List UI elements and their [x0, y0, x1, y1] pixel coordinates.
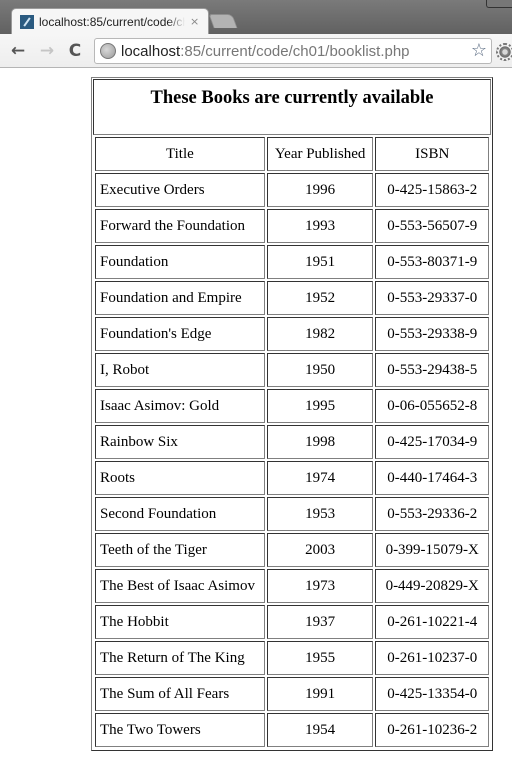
book-isbn: 0-425-17034-9	[375, 425, 489, 459]
new-tab-button[interactable]	[208, 14, 238, 28]
book-title: Executive Orders	[95, 173, 265, 207]
book-title: Foundation	[95, 245, 265, 279]
book-isbn: 0-425-15863-2	[375, 173, 489, 207]
book-isbn: 0-449-20829-X	[375, 569, 489, 603]
book-isbn: 0-553-29336-2	[375, 497, 489, 531]
table-row: The Sum of All Fears 1991 0-425-13354-0	[95, 677, 489, 711]
book-isbn: 0-261-10221-4	[375, 605, 489, 639]
book-title: Rainbow Six	[95, 425, 265, 459]
page-title: These Books are currently available	[150, 88, 434, 108]
books-table: Title Year Published ISBN Executive Orde…	[93, 135, 491, 749]
table-row: Isaac Asimov: Gold 1995 0-06-055652-8	[95, 389, 489, 423]
browser-tab[interactable]: localhost:85/current/code/ch01/booklist.…	[11, 8, 209, 34]
settings-gear-icon[interactable]	[496, 43, 512, 61]
book-title: I, Robot	[95, 353, 265, 387]
book-year: 1951	[266, 245, 374, 279]
table-row: Foundation's Edge 1982 0-553-29338-9	[95, 317, 489, 351]
book-isbn: 0-553-29338-9	[375, 317, 489, 351]
book-year: 1955	[266, 641, 374, 675]
book-year: 1991	[266, 677, 374, 711]
book-title: The Best of Isaac Asimov	[95, 569, 265, 603]
book-year: 1995	[266, 389, 374, 423]
book-table: These Books are currently available Titl…	[91, 77, 493, 751]
book-year: 1937	[266, 605, 374, 639]
book-year: 2003	[266, 533, 374, 567]
book-title: Foundation and Empire	[95, 281, 265, 315]
book-isbn: 0-440-17464-3	[375, 461, 489, 495]
table-row: I, Robot 1950 0-553-29438-5	[95, 353, 489, 387]
bookmark-star-icon[interactable]: ☆	[471, 40, 487, 61]
url-host: localhost	[121, 42, 181, 60]
favicon-icon	[20, 14, 34, 29]
table-row: The Best of Isaac Asimov 1973 0-449-20829-…	[95, 569, 489, 603]
book-isbn: 0-425-13354-0	[375, 677, 489, 711]
back-arrow-icon[interactable]: ←	[7, 40, 29, 62]
reload-icon[interactable]: C	[64, 40, 86, 62]
book-year: 1954	[266, 713, 374, 747]
book-year: 1998	[266, 425, 374, 459]
book-isbn: 0-06-055652-8	[375, 389, 489, 423]
book-title: The Hobbit	[95, 605, 265, 639]
forward-arrow-icon[interactable]: →	[36, 40, 58, 62]
book-isbn: 0-553-80371-9	[375, 245, 489, 279]
book-year: 1974	[266, 461, 374, 495]
close-tab-icon[interactable]: ×	[190, 15, 199, 28]
table-heading-cell: These Books are currently available	[93, 79, 491, 135]
browser-toolbar: ← → C localhost:85/current/code/ch01/boo…	[0, 34, 512, 68]
tab-title: localhost:85/current/code/ch01/booklist.…	[39, 14, 185, 29]
book-year: 1952	[266, 281, 374, 315]
browser-titlebar: localhost:85/current/code/ch01/booklist.…	[0, 0, 512, 34]
book-isbn: 0-261-10236-2	[375, 713, 489, 747]
table-row: Forward the Foundation 1993 0-553-56507-9	[95, 209, 489, 243]
page-content: These Books are currently available Titl…	[0, 69, 512, 760]
url-text[interactable]: localhost:85/current/code/ch01/booklist.…	[121, 43, 410, 60]
address-bar[interactable]: localhost:85/current/code/ch01/booklist.…	[94, 38, 492, 64]
table-row: Foundation 1951 0-553-80371-9	[95, 245, 489, 279]
table-row: Second Foundation 1953 0-553-29336-2	[95, 497, 489, 531]
book-title: The Sum of All Fears	[95, 677, 265, 711]
table-row: The Return of The King 1955 0-261-10237-0	[95, 641, 489, 675]
book-year: 1950	[266, 353, 374, 387]
table-row: Foundation and Empire 1952 0-553-29337-0	[95, 281, 489, 315]
table-row: The Hobbit 1937 0-261-10221-4	[95, 605, 489, 639]
book-title: Teeth of the Tiger	[95, 533, 265, 567]
book-title: Isaac Asimov: Gold	[95, 389, 265, 423]
book-title: Foundation's Edge	[95, 317, 265, 351]
column-header-isbn: ISBN	[375, 137, 489, 171]
table-row: Rainbow Six 1998 0-425-17034-9	[95, 425, 489, 459]
book-title: Roots	[95, 461, 265, 495]
book-title: Second Foundation	[95, 497, 265, 531]
book-title: Forward the Foundation	[95, 209, 265, 243]
book-year: 1993	[266, 209, 374, 243]
book-year: 1982	[266, 317, 374, 351]
table-row: The Two Towers 1954 0-261-10236-2	[95, 713, 489, 747]
book-isbn: 0-553-56507-9	[375, 209, 489, 243]
window-control-button[interactable]	[486, 0, 512, 8]
book-year: 1953	[266, 497, 374, 531]
column-header-title: Title	[95, 137, 265, 171]
book-isbn: 0-261-10237-0	[375, 641, 489, 675]
book-isbn: 0-399-15079-X	[375, 533, 489, 567]
table-row: Roots 1974 0-440-17464-3	[95, 461, 489, 495]
book-isbn: 0-553-29438-5	[375, 353, 489, 387]
book-year: 1996	[266, 173, 374, 207]
url-path: :85/current/code/ch01/booklist.php	[180, 42, 410, 60]
book-title: The Two Towers	[95, 713, 265, 747]
table-row: Teeth of the Tiger 2003 0-399-15079-X	[95, 533, 489, 567]
book-title: The Return of The King	[95, 641, 265, 675]
book-year: 1973	[266, 569, 374, 603]
column-header-year: Year Published	[266, 137, 374, 171]
book-isbn: 0-553-29337-0	[375, 281, 489, 315]
table-header-row: Title Year Published ISBN	[95, 137, 489, 171]
globe-icon	[100, 43, 116, 59]
table-row: Executive Orders 1996 0-425-15863-2	[95, 173, 489, 207]
